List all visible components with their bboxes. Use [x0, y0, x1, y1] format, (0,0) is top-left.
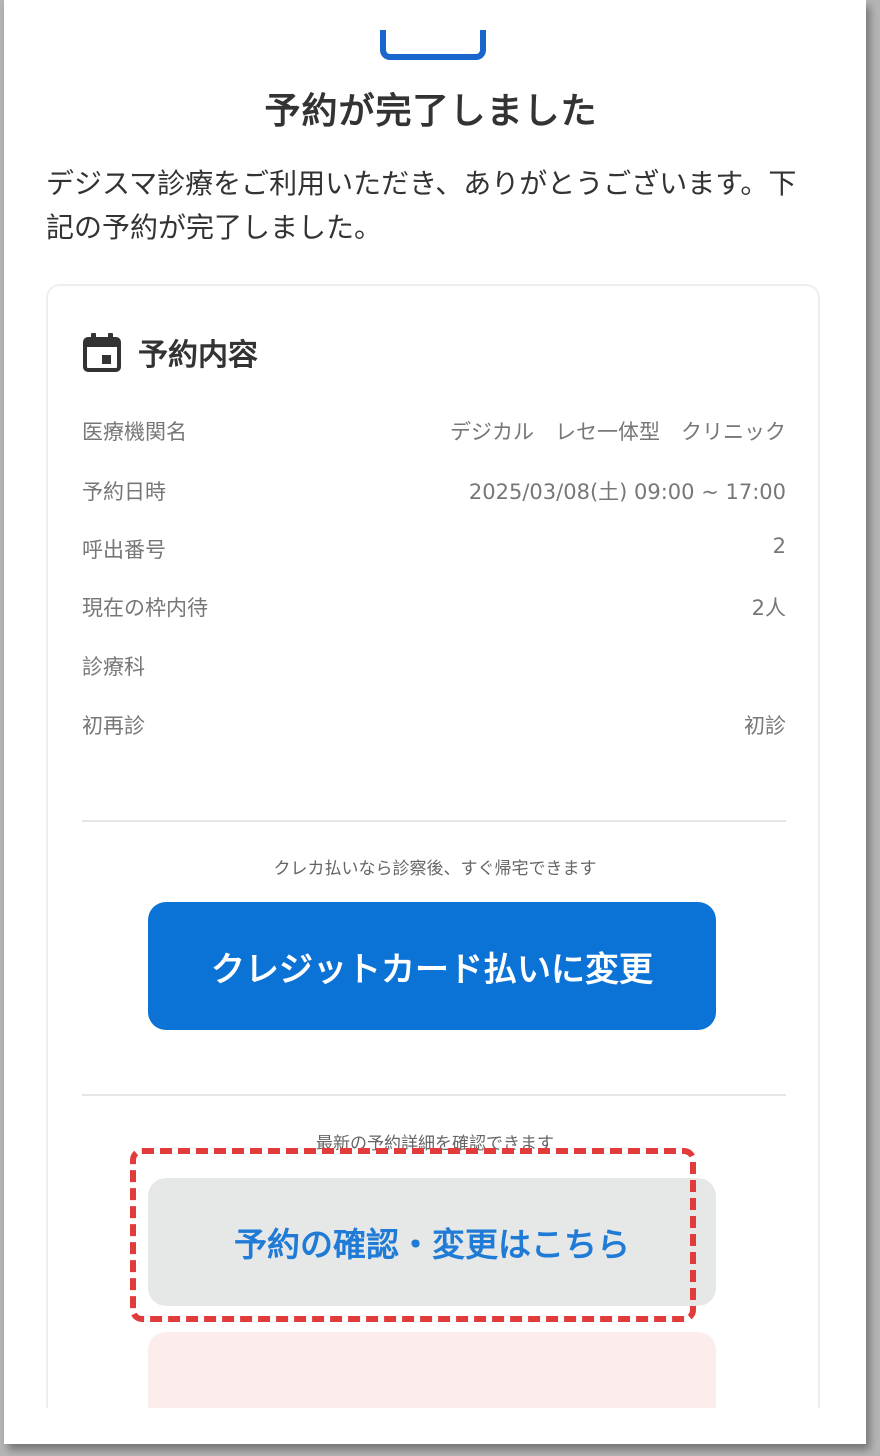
- detail-row-waiting: 現在の枠内待 2人: [82, 584, 786, 624]
- change-to-credit-card-button[interactable]: クレジットカード払いに変更: [148, 902, 716, 1030]
- screenshot-frame: 予約が完了しました デジスマ診療をご利用いただき、ありがとうございます。下記の予…: [4, 0, 866, 1444]
- detail-value: 2人: [751, 596, 786, 620]
- card-title: 予約内容: [138, 338, 258, 373]
- intro-message: デジスマ診療をご利用いただき、ありがとうございます。下記の予約が完了しました。: [46, 167, 797, 244]
- calendar-icon: [83, 333, 121, 372]
- detail-row-department: 診療科: [82, 643, 786, 683]
- detail-label: 呼出番号: [82, 538, 166, 562]
- reservation-complete-screen: 予約が完了しました デジスマ診療をご利用いただき、ありがとうございます。下記の予…: [10, 0, 852, 1408]
- detail-label: 初再診: [82, 714, 145, 738]
- check-icon-fragment: [380, 30, 486, 60]
- detail-value: 初診: [744, 714, 786, 738]
- detail-label: 現在の枠内待: [82, 596, 208, 620]
- detail-value: デジカル レセ一体型 クリニック: [450, 420, 786, 444]
- detail-row-call-number: 呼出番号 2: [82, 526, 786, 566]
- confirm-note: 最新の予約詳細を確認できます: [316, 1134, 554, 1154]
- confirm-change-reservation-button[interactable]: 予約の確認・変更はこちら: [148, 1178, 716, 1306]
- payment-note: クレカ払いなら診察後、すぐ帰宅できます: [273, 859, 597, 879]
- section-divider: [82, 820, 786, 822]
- detail-label: 診療科: [82, 655, 145, 679]
- detail-label: 医療機関名: [82, 420, 187, 444]
- page-title: 予約が完了しました: [264, 91, 598, 132]
- detail-row-visit-type: 初再診 初診: [82, 702, 786, 742]
- detail-row-clinic: 医療機関名 デジカル レセ一体型 クリニック: [82, 408, 786, 448]
- detail-row-datetime: 予約日時 2025/03/08(土) 09:00 ~ 17:00: [82, 468, 786, 508]
- card-header: 予約内容: [82, 330, 258, 374]
- reservation-details-card: 予約内容 医療機関名 デジカル レセ一体型 クリニック 予約日時 2025/03…: [46, 284, 820, 1408]
- detail-label: 予約日時: [82, 480, 166, 504]
- detail-value: 2: [772, 534, 786, 558]
- section-divider: [82, 1094, 786, 1096]
- cancel-reservation-button[interactable]: 予約取消はこちら: [148, 1332, 716, 1408]
- detail-value: 2025/03/08(土) 09:00 ~ 17:00: [468, 480, 786, 504]
